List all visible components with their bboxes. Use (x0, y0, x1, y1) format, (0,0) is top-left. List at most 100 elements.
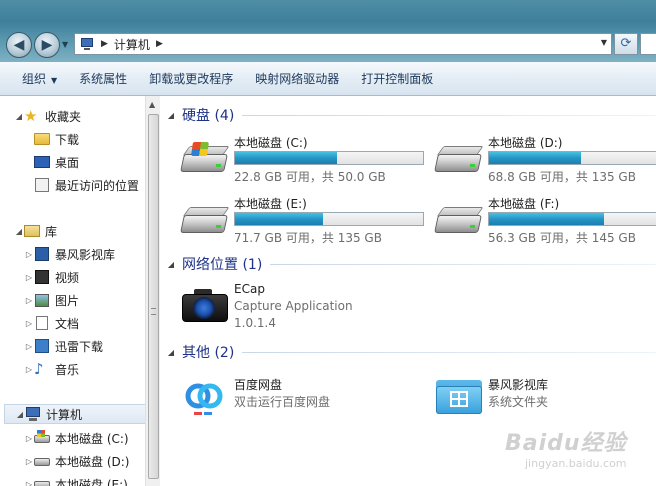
drive-tile-c[interactable]: 本地磁盘 (C:) 22.8 GB 可用，共 50.0 GB (180, 134, 440, 186)
drive-usage-fill (489, 213, 605, 225)
collapse-icon[interactable]: ◢ (14, 112, 24, 121)
nav-desktop-label: 桌面 (55, 155, 80, 170)
search-input[interactable] (640, 33, 656, 55)
expand-icon[interactable]: ▷ (24, 250, 34, 259)
back-button[interactable]: ◀ (6, 32, 32, 58)
nav-lib-baofeng-label: 暴风影视库 (55, 247, 116, 262)
other-item-name: 百度网盘 (234, 378, 283, 392)
recent-places-icon (34, 177, 50, 193)
system-disk-icon (34, 430, 50, 446)
group-header-network[interactable]: ◢ 网络位置 (1) (160, 254, 656, 274)
library-icon (24, 223, 40, 239)
nav-disk-e-label: 本地磁盘 (E:) (55, 477, 128, 486)
media-library-icon (34, 246, 50, 262)
nav-lib-pictures-label: 图片 (55, 293, 80, 308)
network-item-version: 1.0.1.4 (234, 316, 276, 330)
expand-icon[interactable]: ▷ (24, 365, 34, 374)
nav-lib-music-label: 音乐 (55, 362, 80, 377)
computer-icon (25, 406, 41, 422)
system-properties-button[interactable]: 系统属性 (68, 62, 138, 96)
video-icon (34, 269, 50, 285)
expand-icon[interactable]: ▷ (24, 342, 34, 351)
nav-recent-label: 最近访问的位置 (55, 178, 140, 193)
camera-icon (180, 286, 230, 322)
collapse-icon[interactable]: ◢ (160, 111, 182, 120)
drive-tile-d[interactable]: 本地磁盘 (D:) 68.8 GB 可用，共 135 GB (434, 134, 656, 186)
nav-lib-music[interactable]: ▷ ♪ 音乐 (24, 359, 79, 379)
drive-usage-bar (234, 212, 424, 226)
group-divider (270, 263, 656, 265)
refresh-icon: ⟳ (620, 36, 632, 51)
organize-caret-icon: ▼ (51, 75, 58, 85)
drive-usage-fill (235, 213, 324, 225)
breadcrumb-computer[interactable]: 计算机 (114, 36, 150, 53)
network-item-ecap[interactable]: ECap Capture Application 1.0.1.4 (180, 282, 440, 334)
nav-libraries-label: 库 (45, 224, 58, 239)
drive-name: 本地磁盘 (C:) (234, 136, 308, 150)
map-network-drive-button[interactable]: 映射网络驱动器 (244, 62, 350, 96)
expand-icon[interactable]: ▷ (24, 457, 34, 466)
system-hard-drive-icon (180, 142, 230, 178)
forward-button[interactable]: ▶ (34, 32, 60, 58)
drive-name: 本地磁盘 (D:) (488, 136, 563, 150)
nav-lib-documents[interactable]: ▷ 文档 (24, 313, 79, 333)
nav-libraries[interactable]: ◢ 库 (14, 221, 57, 241)
nav-disk-e[interactable]: ▷ 本地磁盘 (E:) (24, 474, 128, 486)
drive-tile-f[interactable]: 本地磁盘 (F:) 56.3 GB 可用，共 145 GB (434, 195, 656, 247)
documents-icon (34, 315, 50, 331)
group-divider (242, 114, 656, 116)
title-bar: ◀ ▶ ▼ ▶ 计算机 ▶ ▼ ⟳ (0, 0, 656, 62)
scrollbar-thumb[interactable] (148, 114, 159, 479)
navigation-scrollbar[interactable]: ▲ (145, 96, 160, 486)
drive-free-space: 68.8 GB 可用，共 135 GB (488, 170, 636, 184)
nav-downloads-label: 下载 (55, 132, 80, 147)
network-item-name: ECap (234, 282, 265, 296)
address-dropdown-icon[interactable]: ▼ (601, 38, 607, 47)
nav-lib-video[interactable]: ▷ 视频 (24, 267, 79, 287)
nav-lib-xunlei[interactable]: ▷ 迅雷下载 (24, 336, 103, 356)
collapse-icon[interactable]: ◢ (15, 410, 25, 419)
drive-free-space: 22.8 GB 可用，共 50.0 GB (234, 170, 386, 184)
hard-drive-icon (434, 203, 484, 239)
drive-tile-e[interactable]: 本地磁盘 (E:) 71.7 GB 可用，共 135 GB (180, 195, 440, 247)
music-note-icon: ♪ (34, 360, 44, 378)
uninstall-program-button[interactable]: 卸载或更改程序 (138, 62, 244, 96)
nav-disk-d[interactable]: ▷ 本地磁盘 (D:) (24, 451, 130, 471)
nav-recent-places[interactable]: 最近访问的位置 (34, 175, 139, 195)
collapse-icon[interactable]: ◢ (14, 227, 24, 236)
nav-disk-d-label: 本地磁盘 (D:) (55, 454, 130, 469)
nav-favorites[interactable]: ◢ ★ 收藏夹 (14, 106, 81, 126)
group-header-other[interactable]: ◢ 其他 (2) (160, 342, 656, 362)
nav-disk-c[interactable]: ▷ 本地磁盘 (C:) (24, 428, 129, 448)
drive-usage-fill (489, 152, 582, 164)
scroll-up-icon[interactable]: ▲ (149, 100, 155, 109)
nav-computer[interactable]: ◢ 计算机 (4, 404, 148, 424)
address-bar[interactable]: ▶ 计算机 ▶ ▼ (74, 33, 612, 55)
expand-icon[interactable]: ▷ (24, 480, 34, 486)
nav-downloads[interactable]: 下载 (34, 129, 79, 149)
baidu-netdisk-icon (182, 376, 226, 420)
nav-lib-pictures[interactable]: ▷ 图片 (24, 290, 79, 310)
drive-free-space: 71.7 GB 可用，共 135 GB (234, 231, 382, 245)
organize-button[interactable]: 组织 ▼ (0, 62, 68, 96)
other-item-baidu-netdisk[interactable]: 百度网盘 双击运行百度网盘 (160, 374, 420, 422)
expand-icon[interactable]: ▷ (24, 319, 34, 328)
nav-desktop[interactable]: 桌面 (34, 152, 79, 172)
expand-icon[interactable]: ▷ (24, 296, 34, 305)
expand-icon[interactable]: ▷ (24, 273, 34, 282)
expand-icon[interactable]: ▷ (24, 434, 34, 443)
nav-lib-documents-label: 文档 (55, 316, 80, 331)
drive-usage-fill (235, 152, 338, 164)
hard-drive-icon (180, 203, 230, 239)
collapse-icon[interactable]: ◢ (160, 348, 182, 357)
refresh-button[interactable]: ⟳ (614, 33, 638, 55)
group-header-hdd[interactable]: ◢ 硬盘 (4) (160, 105, 656, 125)
pictures-icon (34, 292, 50, 308)
nav-lib-baofeng[interactable]: ▷ 暴风影视库 (24, 244, 115, 264)
drive-name: 本地磁盘 (E:) (234, 197, 307, 211)
breadcrumb-chevron-icon[interactable]: ▶ (101, 39, 108, 49)
recent-pages-dropdown[interactable]: ▼ (62, 40, 68, 49)
breadcrumb-chevron-icon[interactable]: ▶ (156, 39, 163, 49)
collapse-icon[interactable]: ◢ (160, 260, 182, 269)
open-control-panel-button[interactable]: 打开控制面板 (350, 62, 444, 96)
